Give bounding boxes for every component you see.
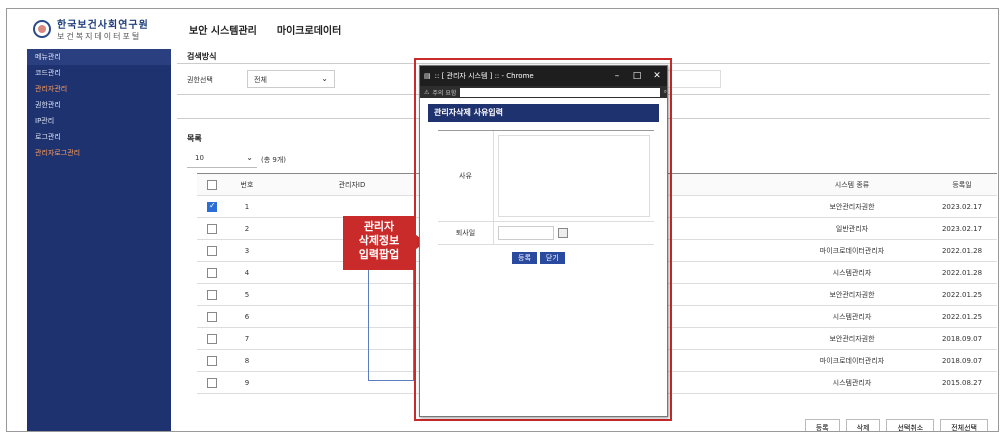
popup-form: 사유 퇴사일 [438, 130, 654, 245]
search-label: 권한선택 [187, 76, 213, 84]
popup-button-bar: 등록 닫기 [512, 252, 565, 264]
row-no: 6 [227, 305, 267, 328]
row-no: 1 [227, 195, 267, 218]
popup-heading: 관리자삭제 사유입력 [428, 104, 659, 122]
row-system: 마이크로데이터관리자 [777, 349, 927, 372]
row-no: 5 [227, 283, 267, 306]
row-date: 2023.02.17 [927, 195, 997, 218]
row-system: 시스템관리자 [777, 305, 927, 328]
minimize-icon[interactable]: – [607, 71, 627, 81]
row-no: 3 [227, 239, 267, 262]
row-checkbox[interactable] [207, 201, 217, 212]
row-no: 7 [227, 327, 267, 350]
row-checkbox[interactable] [207, 311, 217, 322]
sidebar-item-admin[interactable]: 관리자관리 [27, 81, 171, 97]
row-no: 2 [227, 217, 267, 240]
url-field[interactable] [460, 87, 660, 97]
row-date: 2018.09.07 [927, 327, 997, 350]
warning-icon: ⚠ [424, 88, 430, 96]
sidebar-item-ip[interactable]: IP관리 [27, 113, 171, 129]
row-date: 2018.09.07 [927, 349, 997, 372]
popup-window-title: :: [ 관리자 시스템 ] :: - Chrome [434, 72, 534, 80]
header-system: 시스템 종류 [777, 173, 927, 196]
row-system: 시스템관리자 [777, 261, 927, 284]
row-date: 2022.01.25 [927, 283, 997, 306]
bottom-button-bar: 등록 삭제 선택취소 전체선택 [804, 419, 988, 431]
row-checkbox[interactable] [207, 377, 217, 388]
delete-button[interactable]: 삭제 [845, 419, 881, 431]
sidebar-item-admin-log[interactable]: 관리자로그관리 [27, 145, 171, 161]
reason-row: 사유 [438, 131, 654, 222]
popup-register-button[interactable]: 등록 [512, 252, 537, 264]
popup-titlebar: ▤ :: [ 관리자 시스템 ] :: - Chrome – □ ✕ [420, 66, 667, 86]
logo-title: 한국보건사회연구원 [57, 20, 149, 31]
address-warning-text: 주의 요함 [432, 89, 457, 97]
sidebar-item-menu[interactable]: 메뉴관리 [27, 49, 171, 65]
retire-date-label: 퇴사일 [438, 222, 494, 244]
deselect-button[interactable]: 선택취소 [886, 419, 935, 431]
calendar-icon[interactable] [558, 228, 568, 238]
callout-line-3: 입력팝업 [358, 248, 400, 261]
chevron-down-icon: ⌄ [246, 153, 253, 162]
row-system: 일반관리자 [777, 217, 927, 240]
top-nav: 보안 시스템관리 마이크로데이터 [177, 9, 998, 49]
row-checkbox[interactable] [207, 355, 217, 366]
header-no: 번호 [227, 173, 267, 196]
annotation-callout: 관리자 삭제정보 입력팝업 [343, 216, 415, 270]
register-button[interactable]: 등록 [804, 419, 840, 431]
row-no: 4 [227, 261, 267, 284]
retire-date-row: 퇴사일 [438, 222, 654, 245]
row-date: 2015.08.27 [927, 371, 997, 394]
sidebar: 메뉴관리 코드관리 관리자관리 권한관리 IP관리 로그관리 관리자로그관리 [27, 49, 171, 431]
row-system: 시스템관리자 [777, 371, 927, 394]
row-checkbox[interactable] [207, 267, 217, 278]
close-icon[interactable]: ✕ [647, 71, 667, 81]
retire-date-input[interactable] [498, 226, 554, 240]
permission-select[interactable]: 전체 ⌄ [247, 70, 335, 88]
row-checkbox[interactable] [207, 223, 217, 234]
maximize-icon[interactable]: □ [627, 71, 647, 81]
logo[interactable]: 한국보건사회연구원 보건복지데이터포털 [7, 9, 177, 49]
row-checkbox[interactable] [207, 333, 217, 344]
search-section-title: 검색방식 [187, 52, 217, 61]
popup-close-button[interactable]: 닫기 [539, 252, 565, 264]
row-checkbox[interactable] [207, 289, 217, 300]
list-section-title: 목록 [187, 134, 202, 143]
nav-security-system[interactable]: 보안 시스템관리 [189, 22, 257, 37]
per-page-select[interactable]: 10 ⌄ [187, 150, 257, 168]
header-admin-id: 관리자ID [267, 173, 437, 196]
row-no: 9 [227, 371, 267, 394]
reason-label: 사유 [438, 131, 494, 221]
total-count: (총 9개) [261, 156, 287, 164]
chrome-window-icon: ▤ [424, 72, 431, 80]
header-checkbox-cell [197, 173, 227, 196]
row-date: 2022.01.25 [927, 305, 997, 328]
row-date: 2022.01.28 [927, 239, 997, 262]
row-checkbox[interactable] [207, 245, 217, 256]
delete-reason-popup: ▤ :: [ 관리자 시스템 ] :: - Chrome – □ ✕ ⚠ 주의 … [419, 65, 668, 417]
select-all-checkbox[interactable] [207, 179, 217, 190]
logo-icon [33, 20, 51, 38]
search-input[interactable] [667, 70, 721, 88]
popup-address-bar: ⚠ 주의 요함 ⌕ [420, 86, 667, 98]
callout-line-2: 삭제정보 [358, 234, 400, 247]
select-all-button[interactable]: 전체선택 [940, 419, 988, 431]
row-system: 보안관리자권한 [777, 283, 927, 306]
row-date: 2023.02.17 [927, 217, 997, 240]
row-no: 8 [227, 349, 267, 372]
sidebar-item-log[interactable]: 로그관리 [27, 129, 171, 145]
row-system: 보안관리자권한 [777, 195, 927, 218]
reason-textarea[interactable] [498, 135, 650, 217]
row-system: 마이크로데이터관리자 [777, 239, 927, 262]
sidebar-item-code[interactable]: 코드관리 [27, 65, 171, 81]
nav-microdata[interactable]: 마이크로데이터 [277, 22, 341, 37]
sidebar-item-permission[interactable]: 권한관리 [27, 97, 171, 113]
header-date: 등록일 [927, 173, 997, 196]
search-icon[interactable]: ⌕ [664, 88, 667, 96]
row-system: 보안관리자권한 [777, 327, 927, 350]
chevron-down-icon: ⌄ [321, 74, 328, 83]
row-date: 2022.01.28 [927, 261, 997, 284]
logo-subtitle: 보건복지데이터포털 [57, 32, 142, 41]
callout-line-1: 관리자 [363, 220, 395, 233]
